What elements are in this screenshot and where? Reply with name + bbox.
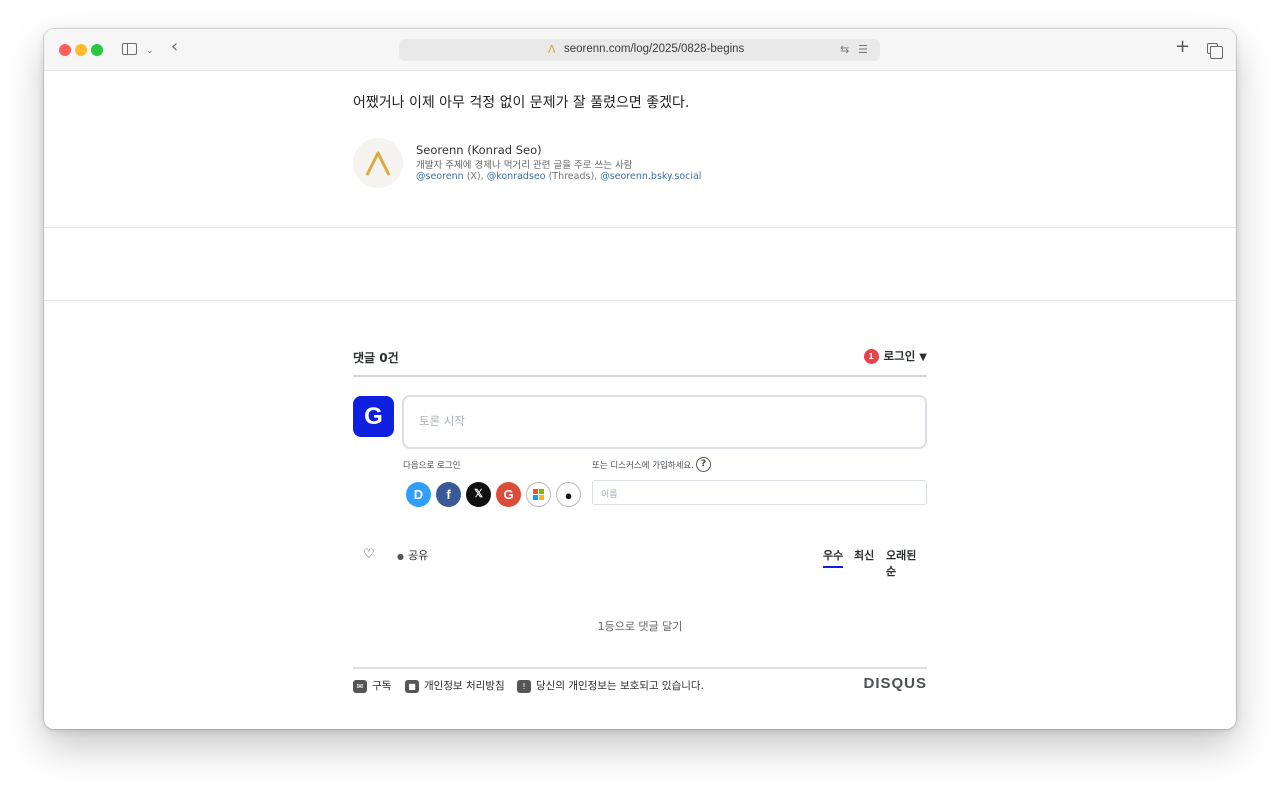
privacy-protected-link[interactable]: ! 당신의 개인정보는 보호되고 있습니다. [517, 678, 704, 693]
author-name: Seorenn (Konrad Seo) [416, 143, 542, 157]
zoom-window-button[interactable] [91, 44, 103, 56]
google-login-icon[interactable]: G [496, 482, 521, 507]
apple-login-icon[interactable]: ● [556, 482, 581, 507]
share-button[interactable]: ● 공유 [397, 547, 428, 563]
sort-tab-newest[interactable]: 최신 [854, 547, 874, 563]
caret-down-icon: ▼ [919, 352, 927, 363]
back-button[interactable]: ‹ [171, 38, 178, 56]
author-label-threads: (Threads), [545, 171, 601, 182]
login-label: 로그인 [883, 349, 916, 363]
site-favicon-icon: Λ [548, 43, 556, 56]
comment-placeholder: 토론 시작 [419, 414, 465, 428]
section-divider [44, 300, 1236, 301]
privacy-policy-link[interactable]: ■ 개인정보 처리방침 [405, 678, 505, 693]
translate-icon[interactable]: ⇆ [840, 43, 849, 56]
signup-label: 또는 디스커스에 가입하세요. [592, 461, 694, 471]
footer-rule [353, 667, 927, 669]
section-divider [44, 227, 1236, 228]
browser-window: ⌄ ‹ Λ seorenn.com/log/2025/0828-begins ⇆… [44, 29, 1236, 729]
author-logo-icon [365, 151, 391, 176]
author-label-x: (X), [463, 171, 487, 182]
page-content: 어쨌거나 이제 아무 걱정 없이 문제가 잘 풀렸으면 좋겠다. Seorenn… [44, 72, 1236, 729]
post-text: 어쨌거나 이제 아무 걱정 없이 문제가 잘 풀렸으면 좋겠다. [353, 95, 690, 111]
privacy-label: 개인정보 처리방침 [424, 680, 505, 692]
sidebar-toggle-icon[interactable] [122, 43, 137, 55]
subscribe-link[interactable]: ✉ 구독 [353, 678, 391, 693]
exclamation-icon: ! [517, 679, 531, 693]
empty-comments-message: 1등으로 댓글 달기 [597, 620, 683, 633]
disqus-comments: 댓글 0건 1 로그인 ▼ G 토론 시작 다음으로 로그인 또는 디스커스에 가입… [353, 331, 927, 729]
address-bar[interactable]: Λ seorenn.com/log/2025/0828-begins ⇆ ☰ [399, 39, 880, 61]
heart-icon[interactable]: ♡ [363, 547, 375, 562]
microsoft-login-icon[interactable] [526, 482, 551, 507]
tab-overview-icon[interactable] [1207, 43, 1223, 59]
author-link-threads[interactable]: @konradseo [487, 171, 546, 182]
envelope-icon: ✉ [353, 679, 367, 693]
user-avatar[interactable]: G [353, 396, 394, 437]
disqus-logo[interactable]: DISQUS [863, 675, 927, 692]
minimize-window-button[interactable] [75, 44, 87, 56]
help-icon[interactable]: ? [696, 457, 711, 472]
author-link-bsky[interactable]: @seorenn.bsky.social [600, 171, 701, 182]
share-label: 공유 [407, 549, 429, 562]
comment-textarea[interactable]: 토론 시작 [402, 395, 927, 449]
x-login-icon[interactable]: 𝕏 [466, 482, 491, 507]
browser-toolbar: ⌄ ‹ Λ seorenn.com/log/2025/0828-begins ⇆… [44, 29, 1236, 71]
author-avatar [353, 138, 403, 188]
reader-icon[interactable]: ☰ [858, 43, 868, 56]
subscribe-label: 구독 [372, 680, 392, 692]
author-links: @seorenn (X), @konradseo (Threads), @seo… [416, 171, 701, 182]
name-input[interactable]: 이름 [592, 480, 927, 505]
sort-tab-oldest[interactable]: 오래된 순 [886, 547, 927, 579]
author-link-x[interactable]: @seorenn [416, 171, 464, 182]
login-with-label: 다음으로 로그인 [403, 461, 461, 471]
header-rule [353, 375, 927, 377]
protected-label: 당신의 개인정보는 보호되고 있습니다. [536, 680, 704, 692]
comment-count: 댓글 0건 [353, 351, 399, 365]
notification-badge[interactable]: 1 [863, 349, 879, 364]
disqus-login-icon[interactable]: D [406, 482, 431, 507]
sort-tab-best[interactable]: 우수 [823, 547, 844, 568]
facebook-login-icon[interactable]: f [436, 482, 461, 507]
login-menu[interactable]: 1 로그인 ▼ [863, 348, 927, 364]
lock-icon: ■ [405, 679, 419, 693]
url-text: seorenn.com/log/2025/0828-begins [564, 43, 745, 55]
chevron-down-icon[interactable]: ⌄ [146, 44, 154, 58]
close-window-button[interactable] [59, 44, 71, 56]
author-bio: 개발자 주제에 경제나 먹거리 관련 글을 주로 쓰는 사람 [416, 160, 633, 171]
new-tab-button[interactable]: + [1175, 38, 1190, 56]
